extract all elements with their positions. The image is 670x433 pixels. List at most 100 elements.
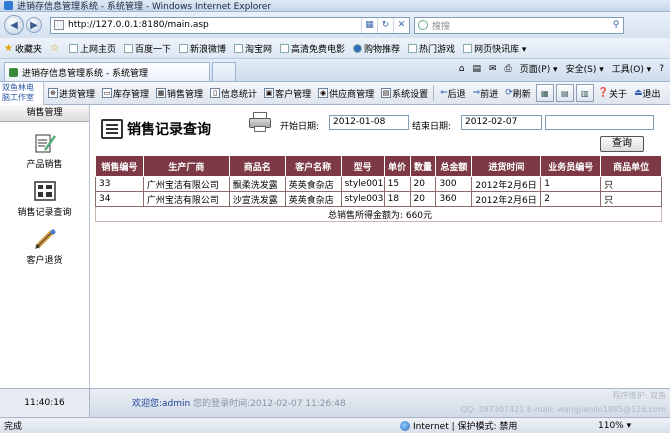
search-icon[interactable]: ⚲ bbox=[609, 20, 623, 30]
tools-menu[interactable]: 工具(O) ▾ bbox=[612, 62, 652, 75]
sidebar-item-customer-return[interactable]: 客户退货 bbox=[0, 228, 89, 266]
notepad-icon[interactable]: ▥ bbox=[575, 84, 594, 102]
exit-button[interactable]: ⏏ 退出 bbox=[631, 84, 664, 102]
supplier-icon: ◉ bbox=[318, 88, 329, 98]
refresh-icon[interactable]: ↻ bbox=[377, 17, 393, 33]
sidebar-item-sales-query[interactable]: 销售记录查询 bbox=[0, 180, 89, 218]
exit-icon: ⏏ bbox=[634, 88, 643, 98]
page-icon bbox=[408, 43, 418, 53]
zoom-level[interactable]: 110% ▾ bbox=[598, 421, 631, 431]
stock-button[interactable]: ▭ 库存管理 bbox=[99, 84, 152, 102]
tab-main[interactable]: 进销存信息管理系统 - 系统管理 bbox=[4, 62, 210, 81]
favorite-link[interactable]: 百度一下 bbox=[123, 42, 171, 55]
feed-icon[interactable]: ▤ bbox=[472, 64, 481, 74]
page-icon bbox=[68, 43, 78, 53]
col-header: 客户名称 bbox=[284, 155, 342, 177]
cell-unit: 只 bbox=[600, 191, 662, 207]
supplier-button[interactable]: ◉ 供应商管理 bbox=[315, 84, 377, 102]
report-icon bbox=[101, 119, 123, 139]
query-button[interactable]: 查询 bbox=[600, 136, 644, 152]
cell-manufacturer: 广州宝洁有限公司 bbox=[142, 191, 230, 207]
col-header: 进货时间 bbox=[471, 155, 542, 177]
add-favorite-icon[interactable]: ☆ bbox=[50, 43, 61, 54]
favorites-button[interactable]: ★ 收藏夹 bbox=[4, 42, 42, 55]
page-icon bbox=[178, 43, 188, 53]
forward-button[interactable]: ⇒ 前进 bbox=[470, 84, 502, 102]
col-header: 业务员编号 bbox=[540, 155, 602, 177]
globe-icon bbox=[353, 43, 363, 53]
page-icon bbox=[9, 67, 18, 77]
customer-button[interactable]: ▣ 客户管理 bbox=[261, 84, 314, 102]
calendar-icon[interactable]: ▦ bbox=[535, 84, 554, 102]
page-menu[interactable]: 页面(P) ▾ bbox=[520, 62, 558, 75]
customer-icon: ▣ bbox=[264, 88, 275, 98]
safety-menu[interactable]: 安全(S) ▾ bbox=[566, 62, 604, 75]
footer-band: 11:40:16 欢迎您:admin 您的登录时间:2012-02-07 11:… bbox=[0, 388, 670, 417]
search-box[interactable]: 搜搜 ⚲ bbox=[414, 16, 624, 34]
window-title: 进销存信息管理系统 - 系统管理 - Windows Internet Expl… bbox=[17, 2, 272, 12]
total-row: 总销售所得金额为: 660元 bbox=[95, 206, 662, 222]
cell-amount: 300 bbox=[435, 176, 473, 192]
end-date-input[interactable]: 2012-02-07 bbox=[461, 115, 542, 130]
compat-icon[interactable]: ▦ bbox=[361, 17, 377, 33]
cell-quantity: 20 bbox=[409, 191, 437, 207]
maintainer-info: 程序维护: 双鱼 QQ: 287307421 E-mail: wangjianl… bbox=[460, 391, 666, 414]
printer-icon[interactable] bbox=[249, 112, 271, 132]
globe-icon bbox=[400, 420, 410, 431]
star-icon: ★ bbox=[4, 42, 13, 54]
sales-button[interactable]: ▦ 销售管理 bbox=[153, 84, 206, 102]
clock: 11:40:16 bbox=[0, 389, 90, 417]
page-icon bbox=[54, 20, 64, 30]
favorite-link[interactable]: 购物推荐 bbox=[353, 42, 400, 55]
page-icon bbox=[234, 43, 243, 53]
favorite-link[interactable]: 淘宝网 bbox=[234, 42, 272, 55]
back-button[interactable]: ⇐ 后退 bbox=[437, 84, 469, 102]
home-icon[interactable]: ⌂ bbox=[459, 64, 465, 74]
settings-icon: ▤ bbox=[381, 88, 392, 98]
address-bar[interactable]: http://127.0.0.1:8180/main.asp ▦ ↻ ✕ bbox=[50, 16, 410, 34]
col-header: 商品名 bbox=[228, 155, 286, 177]
login-time: 您的登录时间:2012-02-07 11:26:48 bbox=[190, 399, 346, 409]
cell-product: 沙宣洗发露 bbox=[228, 191, 286, 207]
cell-sale-id: 34 bbox=[95, 191, 144, 207]
extra-input[interactable] bbox=[545, 115, 654, 130]
sidebar-item-product-sale[interactable]: 产品销售 bbox=[0, 132, 89, 170]
print-icon[interactable]: ⎙ bbox=[505, 64, 512, 74]
col-header: 销售编号 bbox=[95, 155, 144, 177]
window-titlebar: 进销存信息管理系统 - 系统管理 - Windows Internet Expl… bbox=[0, 0, 670, 12]
favorite-link[interactable]: 高清免费电影 bbox=[280, 42, 345, 55]
search-input[interactable]: 搜搜 bbox=[432, 19, 609, 32]
address-url[interactable]: http://127.0.0.1:8180/main.asp bbox=[68, 20, 361, 30]
refresh-button[interactable]: ⟳ 刷新 bbox=[502, 84, 534, 102]
cell-product: 飘柔洗发露 bbox=[228, 176, 286, 192]
help-icon[interactable]: ? bbox=[659, 64, 664, 74]
sidebar-item-label: 产品销售 bbox=[26, 160, 63, 170]
stop-icon[interactable]: ✕ bbox=[393, 17, 409, 33]
sidebar-item-label: 销售记录查询 bbox=[17, 208, 72, 218]
col-header: 商品单位 bbox=[600, 155, 662, 177]
mail-icon[interactable]: ✉ bbox=[489, 64, 497, 74]
forward-arrow-icon[interactable]: ▶ bbox=[26, 17, 42, 33]
status-text: 完成 bbox=[4, 422, 23, 432]
favorite-link[interactable]: 上网主页 bbox=[68, 42, 116, 55]
favorite-link[interactable]: 新浪微博 bbox=[178, 42, 226, 55]
favorite-link[interactable]: 热门游戏 bbox=[408, 42, 455, 55]
purchase-button[interactable]: ⊕ 进货管理 bbox=[45, 84, 98, 102]
web-slice-gallery[interactable]: 网页快讯库 ▾ bbox=[463, 42, 526, 55]
welcome-prefix: 欢迎您: bbox=[132, 399, 163, 409]
calculator-icon[interactable]: ▤ bbox=[555, 84, 574, 102]
start-date-label: 开始日期: bbox=[280, 122, 320, 132]
settings-button[interactable]: ▤ 系统设置 bbox=[378, 84, 431, 102]
new-tab-button[interactable] bbox=[212, 62, 236, 81]
table-row: 34 广州宝洁有限公司 沙宣洗发露 英英食杂店 style003 18 20 3… bbox=[95, 191, 662, 207]
security-zone[interactable]: Internet | 保护模式: 禁用 bbox=[400, 419, 590, 432]
cell-price: 18 bbox=[383, 191, 411, 207]
purchase-icon: ⊕ bbox=[48, 88, 58, 98]
about-button[interactable]: ❓ 关于 bbox=[595, 84, 630, 102]
page-icon bbox=[280, 43, 290, 53]
page-icon bbox=[463, 43, 473, 53]
start-date-input[interactable]: 2012-01-08 bbox=[329, 115, 409, 130]
page-icon bbox=[123, 43, 133, 53]
stats-button[interactable]: ▯ 信息统计 bbox=[207, 84, 260, 102]
back-arrow-icon[interactable]: ◀ bbox=[4, 15, 24, 35]
